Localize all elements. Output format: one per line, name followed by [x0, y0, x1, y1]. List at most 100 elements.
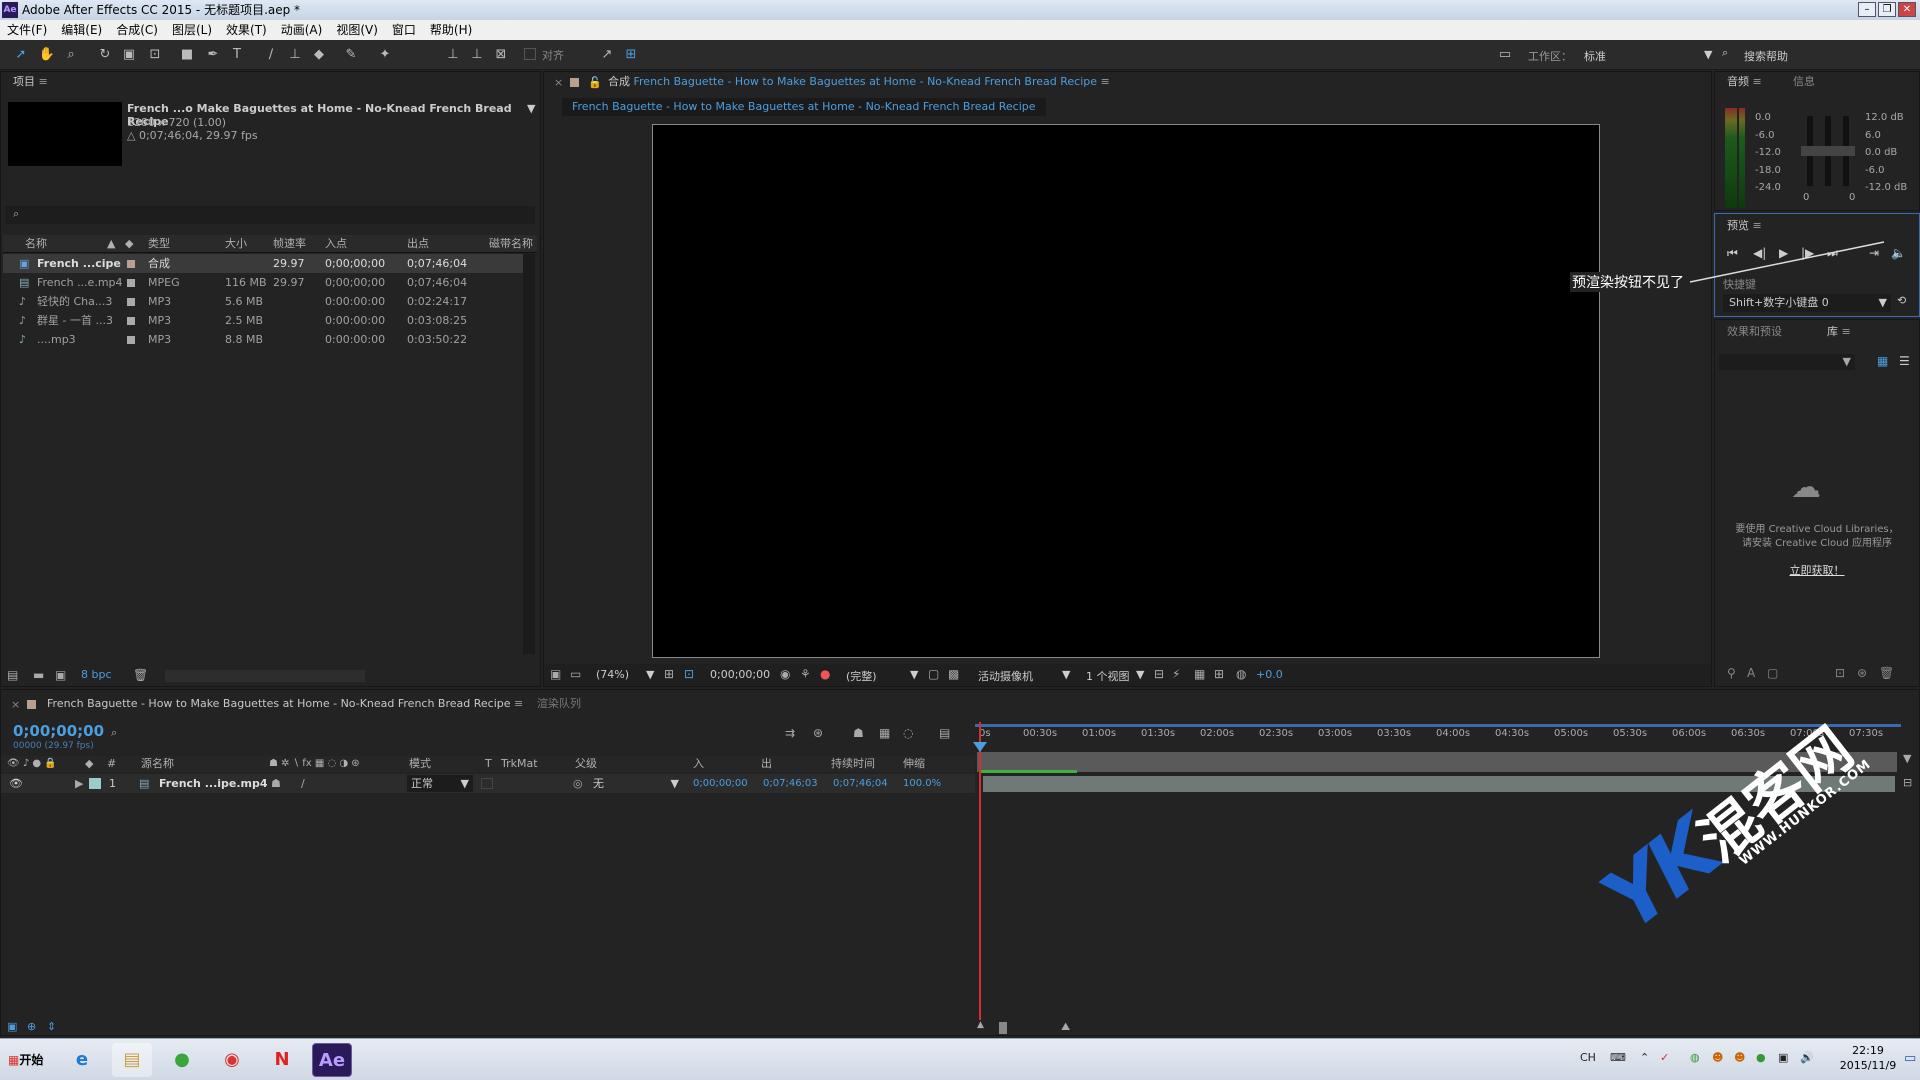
exposure-reset-icon[interactable]: ◍	[1236, 667, 1246, 681]
col-source-name[interactable]: 源名称	[141, 755, 174, 773]
clock[interactable]: 22:19 2015/11/9	[1838, 1043, 1898, 1073]
col-out[interactable]: 出点	[407, 235, 429, 253]
col-in[interactable]: 入点	[325, 235, 347, 253]
wechat-icon[interactable]: ●	[162, 1043, 202, 1077]
explorer-folder-icon[interactable]: ▤	[112, 1043, 152, 1077]
comp-viewer-canvas[interactable]	[652, 124, 1600, 658]
work-area-bar[interactable]	[975, 724, 1901, 727]
col-fps[interactable]: 帧速率	[273, 235, 306, 253]
delete-icon[interactable]: 🗑	[133, 668, 148, 682]
pan-behind-tool-icon[interactable]: ⊡	[146, 46, 164, 64]
new-folder-icon[interactable]: ▬	[33, 668, 44, 682]
tray-app-icon[interactable]: ✓	[1660, 1051, 1669, 1064]
in-out-toggle-icon[interactable]: ⇕	[47, 1020, 56, 1033]
sync-icon[interactable]: ⊛	[1857, 666, 1867, 680]
layer-row[interactable]: 👁 ▶ 1 ▤ French ...ipe.mp4 ☗ ∕ 正常 ▼ ◎ 无 ▼ 0…	[1, 774, 975, 793]
mute-audio-icon[interactable]: 🔈	[1891, 246, 1906, 260]
menu-window[interactable]: 窗口	[385, 20, 423, 40]
keyboard-icon[interactable]: ⌨	[1610, 1051, 1626, 1064]
always-preview-icon[interactable]: ▣	[550, 667, 561, 681]
mask-visibility-icon[interactable]: ⊡	[684, 667, 694, 681]
info-tab[interactable]: 信息	[1793, 72, 1815, 92]
layer-out-point[interactable]: 0;07;46;03	[763, 774, 818, 793]
col-type[interactable]: 类型	[148, 235, 170, 253]
effects-tab[interactable]: 效果和预设	[1727, 322, 1782, 342]
snap-icon[interactable]: ↗	[598, 46, 616, 64]
col-trkmat[interactable]: TrkMat	[501, 755, 538, 773]
close-tab-icon[interactable]: ×	[554, 76, 563, 89]
timeline-search-icon[interactable]: ⌕	[111, 726, 117, 740]
flowchart-icon[interactable]: ⊞	[1214, 667, 1224, 681]
vr-goggles-icon[interactable]: ▭	[1496, 46, 1514, 64]
layer-switches-toggle-icon[interactable]: ▣	[7, 1020, 17, 1033]
libraries-tab[interactable]: 库 ≡	[1827, 322, 1851, 342]
comp-flowchart-icon[interactable]: ⇉	[785, 726, 795, 740]
cc-get-link[interactable]: 立即获取！	[1719, 562, 1915, 578]
menu-effect[interactable]: 效果(T)	[219, 20, 274, 40]
visibility-eye-icon[interactable]: 👁	[9, 774, 23, 793]
tray-qq2-icon[interactable]: ☻	[1734, 1051, 1745, 1064]
layer-name[interactable]: French ...ipe.mp4	[159, 774, 268, 793]
volume-icon[interactable]: 🔊	[1800, 1051, 1814, 1064]
current-time-indicator[interactable]	[979, 722, 981, 1020]
col-parent[interactable]: 父级	[575, 755, 597, 773]
new-composition-icon[interactable]: ▣	[55, 668, 66, 682]
shortcut-dropdown[interactable]: Shift+数字小键盘 0 ▼	[1723, 294, 1891, 312]
monitor-icon[interactable]: ▭	[570, 667, 581, 681]
view-axis-icon[interactable]: ⊠	[492, 46, 510, 64]
col-out[interactable]: 出	[761, 755, 772, 773]
safe-zones-icon[interactable]: ⊞	[664, 667, 674, 681]
tray-wechat-icon[interactable]: ●	[1756, 1051, 1766, 1064]
library-dropdown[interactable]: ▼	[1719, 354, 1855, 370]
align-checkbox[interactable]	[524, 48, 536, 60]
resolution-dropdown[interactable]: (完整)	[846, 668, 877, 684]
render-queue-tab[interactable]: 渲染队列	[537, 694, 581, 714]
current-time-display[interactable]: 0;00;00;00	[710, 668, 770, 681]
after-effects-taskbar-icon[interactable]: Ae	[312, 1043, 352, 1077]
lock-icon[interactable]: 🔓	[588, 76, 602, 89]
playhead-handle[interactable]	[973, 742, 987, 752]
item-dropdown-icon[interactable]: ▼	[527, 102, 535, 115]
audio-tab[interactable]: 音频 ≡	[1727, 72, 1762, 92]
reset-icon[interactable]: ⟲	[1897, 294, 1906, 307]
text-tool-icon[interactable]: T	[228, 46, 246, 64]
col-t[interactable]: T	[485, 755, 492, 773]
grid-view-icon[interactable]: ▦	[1877, 354, 1888, 368]
preview-tab[interactable]: 预览 ≡	[1727, 216, 1762, 236]
draft-3d-icon[interactable]: ⊛	[813, 726, 823, 740]
menu-animation[interactable]: 动画(A)	[274, 20, 330, 40]
list-item[interactable]: ♪ ....mp3 MP3 8.8 MB 0:00:00:00 0:03:50:…	[3, 330, 531, 349]
col-stretch[interactable]: 伸缩	[903, 755, 925, 773]
col-size[interactable]: 大小	[225, 235, 247, 253]
camera-dropdown[interactable]: 活动摄像机	[978, 668, 1033, 684]
list-item[interactable]: ▤ French ...e.mp4 MPEG 116 MB 29.97 0;00…	[3, 273, 531, 292]
chrome-browser-icon[interactable]: ◉	[212, 1043, 252, 1077]
project-h-scrollbar[interactable]	[165, 670, 365, 682]
col-duration[interactable]: 持续时间	[831, 755, 875, 773]
delete-icon[interactable]: 🗑	[1879, 666, 1894, 680]
ie-browser-icon[interactable]: e	[62, 1043, 102, 1077]
hand-tool-icon[interactable]: ✋	[38, 46, 56, 64]
world-axis-icon[interactable]: ⊥	[468, 46, 486, 64]
blend-mode-dropdown[interactable]: 正常 ▼	[407, 775, 473, 792]
close-tab-icon[interactable]: ×	[11, 698, 20, 711]
shy-layers-icon[interactable]: ☗	[853, 726, 864, 740]
close-button[interactable]: ✕	[1898, 2, 1916, 17]
tray-expand-icon[interactable]: ⌃	[1640, 1051, 1649, 1064]
zoom-dropdown[interactable]: (74%)	[596, 668, 629, 681]
parent-dropdown[interactable]: 无 ▼	[593, 775, 679, 792]
pen-tool-icon[interactable]: ✒	[204, 46, 222, 64]
motion-blur-icon[interactable]: ◌	[903, 726, 913, 740]
comp-tab[interactable]: 合成 French Baguette - How to Make Baguett…	[608, 72, 1110, 92]
transparency-grid-icon[interactable]: ▩	[948, 667, 959, 681]
exposure-value[interactable]: +0.0	[1256, 668, 1283, 681]
menu-layer[interactable]: 图层(L)	[165, 20, 219, 40]
menu-edit[interactable]: 编辑(E)	[54, 20, 109, 40]
list-item[interactable]: ▣ French ...cipe 合成 29.97 0;00;00;00 0;0…	[3, 254, 532, 273]
layer-label-swatch[interactable]	[89, 778, 101, 789]
clone-stamp-tool-icon[interactable]: ⊥	[286, 46, 304, 64]
network-icon[interactable]: ▣	[1778, 1051, 1788, 1064]
selection-tool-icon[interactable]: ➚	[12, 46, 30, 64]
eraser-tool-icon[interactable]: ◆	[310, 46, 328, 64]
layer-in-point[interactable]: 0;00;00;00	[693, 774, 748, 793]
